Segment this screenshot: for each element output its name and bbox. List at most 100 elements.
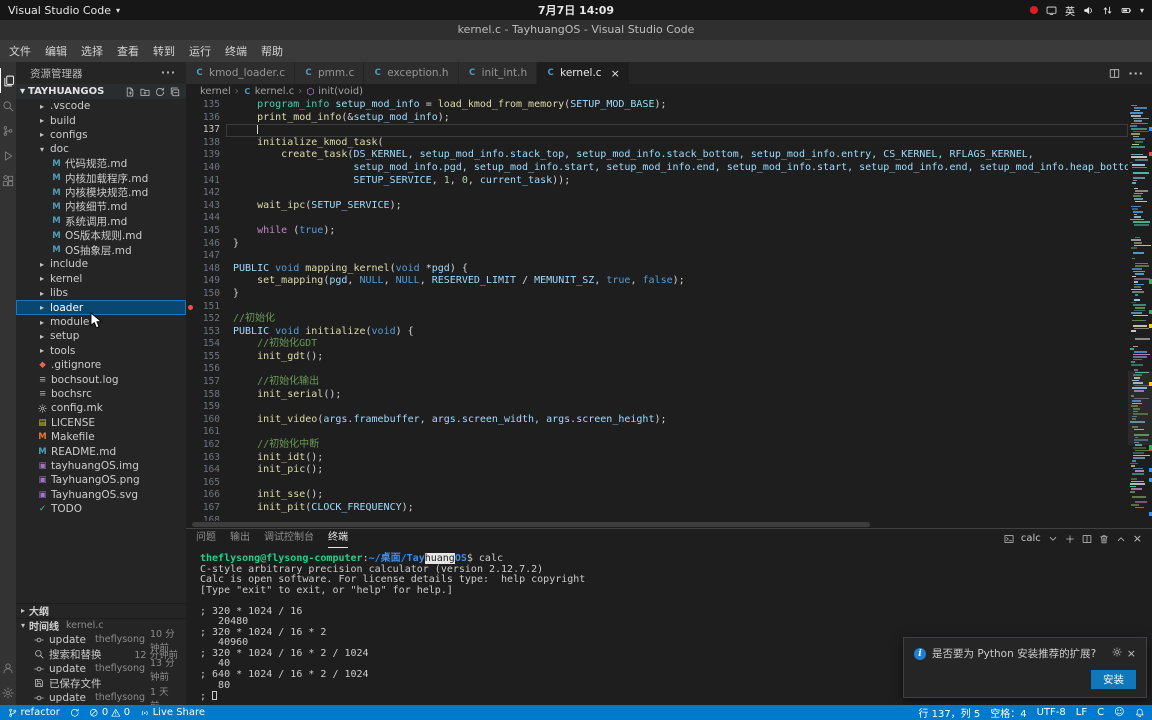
timeline-item[interactable]: update theflysong 10 分钟前 <box>16 629 186 654</box>
notification-settings-icon[interactable] <box>1112 647 1122 660</box>
cursor-position-status[interactable]: 行 137，列 5 <box>918 705 980 720</box>
tree-item[interactable]: ▸ module <box>16 315 186 329</box>
menubar-item[interactable]: 查看 <box>110 43 146 59</box>
timeline-item[interactable]: update theflysong 1 天前 <box>16 687 186 705</box>
tree-item[interactable]: ▸ setup <box>16 329 186 343</box>
code-line[interactable]: 164 init_pic(); <box>186 464 1128 477</box>
tree-item[interactable]: ▸ .vscode <box>16 99 186 113</box>
outline-section-header[interactable]: ▸ 大纲 <box>16 602 186 618</box>
menubar-item[interactable]: 文件 <box>2 43 38 59</box>
network-icon[interactable] <box>1102 5 1113 16</box>
code-line[interactable]: 162 //初始化中断 <box>186 439 1128 452</box>
editor-tab[interactable]: Cexception.h <box>364 62 459 84</box>
code-line[interactable]: 145 while (true); <box>186 225 1128 238</box>
tree-item[interactable]: ▸ libs <box>16 286 186 300</box>
tree-item[interactable]: M 内核细节.md <box>16 200 186 214</box>
problems-status[interactable]: 0 0 <box>89 707 130 718</box>
tree-item[interactable]: ▸ build <box>16 113 186 127</box>
menubar-item[interactable]: 选择 <box>74 43 110 59</box>
system-menu-chevron-icon[interactable]: ▾ <box>1140 6 1144 15</box>
input-method-indicator[interactable]: 英 <box>1065 3 1075 18</box>
menubar-item[interactable]: 帮助 <box>254 43 290 59</box>
new-terminal-icon[interactable] <box>1065 534 1075 544</box>
code-line[interactable]: 138 initialize_kmod_task( <box>186 137 1128 150</box>
panel-tab[interactable]: 调试控制台 <box>264 529 314 548</box>
editor-tab[interactable]: Ckmod_loader.c <box>186 62 296 84</box>
close-tab-icon[interactable]: × <box>611 67 620 80</box>
tree-item[interactable]: ▸ tools <box>16 344 186 358</box>
tree-item[interactable]: M 内核模块规范.md <box>16 185 186 199</box>
collapse-folders-icon[interactable] <box>170 87 180 97</box>
menubar-item[interactable]: 转到 <box>146 43 182 59</box>
editor-tab[interactable]: Ckernel.c × <box>537 62 630 84</box>
code-line[interactable]: 161 <box>186 426 1128 439</box>
code-line[interactable]: 141 SETUP_SERVICE, 1, 0, current_task)); <box>186 175 1128 188</box>
code-line[interactable]: 167 init_pit(CLOCK_FREQUENCY); <box>186 502 1128 515</box>
notifications-bell-icon[interactable] <box>1135 708 1145 718</box>
tree-item[interactable]: M OS抽象层.md <box>16 243 186 257</box>
code-line[interactable]: 137 <box>186 124 1128 137</box>
code-line[interactable]: 165 <box>186 477 1128 490</box>
tree-item[interactable]: ≡ bochsout.log <box>16 372 186 386</box>
code-line[interactable]: 139 create_task(DS_KERNEL, setup_mod_inf… <box>186 149 1128 162</box>
refresh-explorer-icon[interactable] <box>155 87 165 97</box>
new-file-icon[interactable] <box>125 87 135 97</box>
activity-run-debug[interactable] <box>0 143 16 168</box>
code-line[interactable]: 157 //初始化输出 <box>186 376 1128 389</box>
tree-item[interactable]: ▣ tayhuangOS.img <box>16 459 186 473</box>
tree-item[interactable]: ▣ TayhuangOS.png <box>16 473 186 487</box>
split-terminal-icon[interactable] <box>1082 534 1092 544</box>
terminal-instance-label[interactable]: calc <box>1021 533 1041 544</box>
git-branch-status[interactable]: refactor <box>8 707 60 718</box>
tree-item[interactable]: ≡ bochsrc <box>16 387 186 401</box>
menubar-item[interactable]: 编辑 <box>38 43 74 59</box>
code-line[interactable]: 153 PUBLIC void initialize(void) { <box>186 326 1128 339</box>
more-actions-icon[interactable]: ··· <box>161 67 176 79</box>
code-line[interactable]: 148 PUBLIC void mapping_kernel(void *pgd)… <box>186 263 1128 276</box>
tree-item[interactable]: M README.md <box>16 444 186 458</box>
system-clock[interactable]: 7月7日 14:09 <box>538 2 614 18</box>
code-line[interactable]: 166 init_sse(); <box>186 489 1128 502</box>
tree-item[interactable]: ▤ LICENSE <box>16 416 186 430</box>
language-mode-status[interactable]: C <box>1097 707 1104 718</box>
activity-source-control[interactable] <box>0 118 16 143</box>
volume-icon[interactable] <box>1083 5 1094 16</box>
breadcrumb-item[interactable]: kernel <box>200 86 231 97</box>
tree-item[interactable]: ▾ doc <box>16 142 186 156</box>
code-line[interactable]: 150} <box>186 288 1128 301</box>
feedback-smiley-icon[interactable]: ☺ <box>1114 707 1124 718</box>
timeline-item[interactable]: update theflysong 13 分钟前 <box>16 658 186 683</box>
code-line[interactable]: 155 init_gdt(); <box>186 351 1128 364</box>
tree-item[interactable]: M Makefile <box>16 430 186 444</box>
code-line[interactable]: 159 <box>186 401 1128 414</box>
battery-icon[interactable] <box>1121 5 1132 16</box>
encoding-status[interactable]: UTF-8 <box>1037 707 1066 718</box>
tree-item[interactable]: ▸ loader <box>16 300 186 315</box>
panel-tab[interactable]: 输出 <box>230 529 250 548</box>
tree-item[interactable]: M 内核加载程序.md <box>16 171 186 185</box>
minimap[interactable] <box>1128 99 1152 521</box>
code-line[interactable]: 149 set_mapping(pgd, NULL, NULL, RESERVE… <box>186 275 1128 288</box>
code-line[interactable]: 154 //初始化GDT <box>186 338 1128 351</box>
tree-item[interactable]: M OS版本规则.md <box>16 229 186 243</box>
terminal-dropdown-icon[interactable] <box>1048 534 1058 544</box>
live-share-status[interactable]: Live Share <box>140 707 205 718</box>
breadcrumb-item[interactable]: init(void) <box>306 86 363 97</box>
code-line[interactable]: 142 <box>186 187 1128 200</box>
indentation-status[interactable]: 空格：4 <box>990 705 1026 720</box>
code-line[interactable]: 160 init_video(args.framebuffer, args.sc… <box>186 414 1128 427</box>
new-folder-icon[interactable] <box>140 87 150 97</box>
menubar-item[interactable]: 运行 <box>182 43 218 59</box>
code-line[interactable]: 163 init_idt(); <box>186 452 1128 465</box>
tree-item[interactable]: M 代码规范.md <box>16 157 186 171</box>
code-line[interactable]: 140 setup_mod_info.pgd, setup_mod_info.s… <box>186 162 1128 175</box>
tree-item[interactable]: ▸ configs <box>16 128 186 142</box>
tree-item[interactable]: ▣ TayhuangOS.svg <box>16 488 186 502</box>
code-line[interactable]: 143 wait_ipc(SETUP_SERVICE); <box>186 200 1128 213</box>
kill-terminal-icon[interactable] <box>1099 534 1109 544</box>
code-line[interactable]: 152//初始化 <box>186 313 1128 326</box>
editor-tab[interactable]: Cpmm.c <box>295 62 365 84</box>
editor-tab[interactable]: Cinit_int.h <box>458 62 538 84</box>
code-line[interactable]: 144 <box>186 212 1128 225</box>
activity-account[interactable] <box>0 655 16 680</box>
